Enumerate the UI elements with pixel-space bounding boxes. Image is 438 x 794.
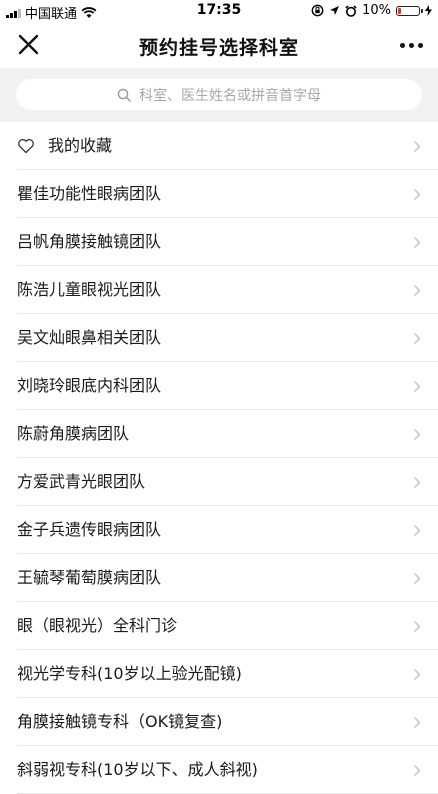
favorites-item[interactable]: 我的收藏 — [0, 122, 438, 170]
chevron-right-icon — [414, 669, 421, 680]
list-item[interactable]: 角膜接触镜专科（OK镜复查) — [0, 698, 438, 746]
department-name: 刘晓玲眼底内科团队 — [17, 376, 162, 395]
nav-bar: 预约挂号选择科室 — [0, 22, 438, 68]
chevron-right-icon — [414, 141, 421, 152]
battery-percent: 10% — [362, 3, 391, 18]
search-placeholder: 科室、医生姓名或拼音首字母 — [139, 87, 321, 104]
list-item[interactable]: 视光学专科(10岁以上验光配镜) — [0, 650, 438, 698]
more-options-icon[interactable] — [396, 32, 426, 58]
list-item[interactable]: 吴文灿眼鼻相关团队 — [0, 314, 438, 362]
department-name: 方爱武青光眼团队 — [17, 472, 146, 491]
chevron-right-icon — [414, 333, 421, 344]
chevron-right-icon — [414, 573, 421, 584]
chevron-right-icon — [414, 477, 421, 488]
list-item[interactable]: 瞿佳功能性眼病团队 — [0, 170, 438, 218]
list-item[interactable]: 吕帆角膜接触镜团队 — [0, 218, 438, 266]
department-name: 陈蔚角膜病团队 — [17, 424, 130, 443]
department-name: 王毓琴葡萄膜病团队 — [17, 568, 162, 587]
heart-icon — [18, 139, 34, 154]
department-name: 视光学专科(10岁以上验光配镜) — [17, 664, 242, 683]
department-name: 金子兵遗传眼病团队 — [17, 520, 162, 539]
chevron-right-icon — [414, 765, 421, 776]
search-icon — [117, 88, 131, 102]
search-input[interactable]: 科室、医生姓名或拼音首字母 — [16, 79, 422, 110]
chevron-right-icon — [414, 717, 421, 728]
department-name: 陈浩儿童眼视光团队 — [17, 280, 162, 299]
list-item[interactable]: 陈浩儿童眼视光团队 — [0, 266, 438, 314]
favorites-label: 我的收藏 — [48, 136, 113, 155]
chevron-right-icon — [414, 429, 421, 440]
chevron-right-icon — [414, 189, 421, 200]
charging-icon — [425, 5, 432, 16]
department-name: 角膜接触镜专科（OK镜复查) — [17, 712, 223, 731]
list-item[interactable]: 王毓琴葡萄膜病团队 — [0, 554, 438, 602]
chevron-right-icon — [414, 237, 421, 248]
location-icon — [330, 6, 340, 15]
department-name: 斜弱视专科(10岁以下、成人斜视) — [17, 760, 258, 779]
department-name: 吕帆角膜接触镜团队 — [17, 232, 162, 251]
status-bar: 中国联通 17:35 10% — [0, 0, 438, 22]
list-item[interactable]: 眼（眼视光）全科门诊 — [0, 602, 438, 650]
chevron-right-icon — [414, 621, 421, 632]
battery-icon — [396, 5, 423, 16]
chevron-right-icon — [414, 285, 421, 296]
department-name: 吴文灿眼鼻相关团队 — [17, 328, 162, 347]
chevron-right-icon — [414, 525, 421, 536]
department-list: 我的收藏 瞿佳功能性眼病团队 吕帆角膜接触镜团队 陈浩儿童眼视光团队 吴文灿眼鼻相关团… — [0, 122, 438, 794]
department-name: 眼（眼视光）全科门诊 — [17, 616, 178, 635]
alarm-icon — [345, 4, 357, 17]
list-item[interactable]: 方爱武青光眼团队 — [0, 458, 438, 506]
search-area: 科室、医生姓名或拼音首字母 — [0, 68, 438, 122]
list-item[interactable]: 陈蔚角膜病团队 — [0, 410, 438, 458]
department-name: 瞿佳功能性眼病团队 — [17, 184, 162, 203]
list-item[interactable]: 刘晓玲眼底内科团队 — [0, 362, 438, 410]
list-item[interactable]: 斜弱视专科(10岁以下、成人斜视) — [0, 746, 438, 794]
lock-rotation-icon — [311, 4, 324, 17]
status-right: 10% — [311, 3, 432, 18]
list-item[interactable]: 金子兵遗传眼病团队 — [0, 506, 438, 554]
page-title: 预约挂号选择科室 — [138, 37, 299, 59]
chevron-right-icon — [414, 381, 421, 392]
